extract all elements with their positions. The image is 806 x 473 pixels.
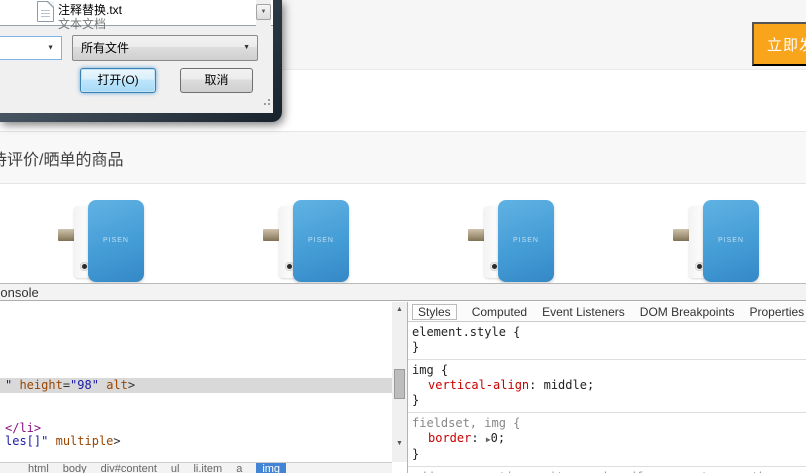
styles-tabbar: Styles Computed Event Listeners DOM Brea…	[408, 302, 806, 322]
dialog-body: 注释替换.txt 文本文档 ▼ ▼ 所有文件 ▼ 打开(O) 取消	[0, 0, 273, 113]
css-property[interactable]: border: ▶0;	[412, 431, 803, 447]
scroll-down-icon[interactable]: ▼	[256, 4, 271, 20]
charger-face: PISEN	[88, 200, 144, 282]
charger-face: PISEN	[293, 200, 349, 282]
filetype-combobox[interactable]: 所有文件 ▼	[72, 35, 258, 61]
filetype-value: 所有文件	[81, 41, 129, 55]
dropdown-icon[interactable]: ▼	[47, 45, 54, 52]
brand-label: PISEN	[88, 237, 144, 244]
brand-label: PISEN	[293, 237, 349, 244]
product-image[interactable]: PISEN	[468, 198, 560, 286]
product-image[interactable]: PISEN	[58, 198, 150, 286]
dom-breadcrumb-bar: html body div#content ul li.item a img	[0, 462, 392, 473]
css-selector[interactable]: img {	[412, 363, 803, 378]
dom-node-close-li[interactable]: </li>	[5, 421, 41, 435]
tab-console[interactable]: Console	[0, 285, 39, 300]
filename-combobox[interactable]: ▼	[0, 36, 62, 60]
cancel-button[interactable]: 取消	[180, 68, 253, 93]
css-rule-fieldset-img[interactable]: fieldset, img { border: ▶0; }	[408, 413, 806, 467]
file-type: 文本文档	[58, 15, 106, 32]
breadcrumb-item[interactable]: html	[28, 463, 49, 473]
product-image[interactable]: PISEN	[673, 198, 765, 286]
css-selector[interactable]: fieldset, img {	[412, 416, 803, 431]
scroll-down-icon[interactable]: ▼	[392, 440, 407, 447]
devtools-body: " height="98" alt> </li> les[]" multiple…	[0, 302, 806, 473]
breadcrumb-item[interactable]: body	[63, 463, 87, 473]
styles-sidebar: Styles Computed Event Listeners DOM Brea…	[408, 302, 806, 473]
section-title: 待评价/晒单的商品	[0, 146, 123, 170]
css-rule-img[interactable]: img { vertical-align: middle; }	[408, 360, 806, 413]
open-button[interactable]: 打开(O)	[80, 68, 156, 93]
tab-dom-breakpoints[interactable]: DOM Breakpoints	[640, 305, 735, 319]
css-rule-close: }	[412, 340, 803, 355]
breadcrumb-item[interactable]: ul	[171, 463, 180, 473]
resize-grip[interactable]	[264, 103, 266, 105]
css-rule-partial[interactable]: address, caption, cite, code, dfn, em, s…	[408, 467, 806, 473]
dropdown-icon[interactable]: ▼	[243, 36, 250, 60]
product-image[interactable]: PISEN	[263, 198, 355, 286]
tab-event-listeners[interactable]: Event Listeners	[542, 305, 625, 319]
css-rule-element-style[interactable]: element.style { }	[408, 322, 806, 360]
charger-face: PISEN	[703, 200, 759, 282]
tab-styles[interactable]: Styles	[412, 304, 457, 320]
brand-label: PISEN	[498, 237, 554, 244]
scroll-up-icon[interactable]: ▲	[392, 306, 407, 313]
breadcrumb-item[interactable]: div#content	[101, 463, 157, 473]
breadcrumb-item-selected[interactable]: img	[256, 463, 286, 473]
tab-computed[interactable]: Computed	[472, 305, 527, 319]
css-selector[interactable]: element.style {	[412, 325, 803, 340]
devtools-panel: Console " height="98" alt> </li> les[]" …	[0, 283, 806, 473]
dom-scrollbar[interactable]: ▲ ▼	[392, 302, 407, 462]
open-file-dialog: 注释替换.txt 文本文档 ▼ ▼ 所有文件 ▼ 打开(O) 取消	[0, 0, 282, 122]
text-file-icon	[37, 1, 54, 22]
devtools-tabbar: Console	[0, 284, 806, 301]
tab-properties[interactable]: Properties	[749, 305, 804, 319]
breadcrumb-item[interactable]: a	[236, 463, 242, 473]
css-rule-close: }	[412, 393, 803, 408]
css-rule-close: }	[412, 447, 803, 462]
scrollbar-thumb[interactable]	[394, 369, 405, 399]
screenshot-root: 立即发表 待评价/晒单的商品 PISEN PISEN PISEN PISEN	[0, 0, 806, 473]
dom-node-selected[interactable]: " height="98" alt>	[0, 378, 392, 393]
css-property[interactable]: vertical-align: middle;	[412, 378, 803, 393]
brand-label: PISEN	[703, 237, 759, 244]
css-rules-list: element.style { } img { vertical-align: …	[408, 322, 806, 473]
dom-node-input[interactable]: les[]" multiple>	[5, 434, 121, 448]
file-list: 注释替换.txt 文本文档 ▼	[0, 0, 273, 26]
elements-dom-tree: " height="98" alt> </li> les[]" multiple…	[0, 302, 392, 473]
charger-face: PISEN	[498, 200, 554, 282]
file-list-scrollbar[interactable]: ▼	[256, 0, 271, 26]
breadcrumb-item[interactable]: li.item	[193, 463, 222, 473]
publish-button[interactable]: 立即发表	[752, 22, 806, 66]
